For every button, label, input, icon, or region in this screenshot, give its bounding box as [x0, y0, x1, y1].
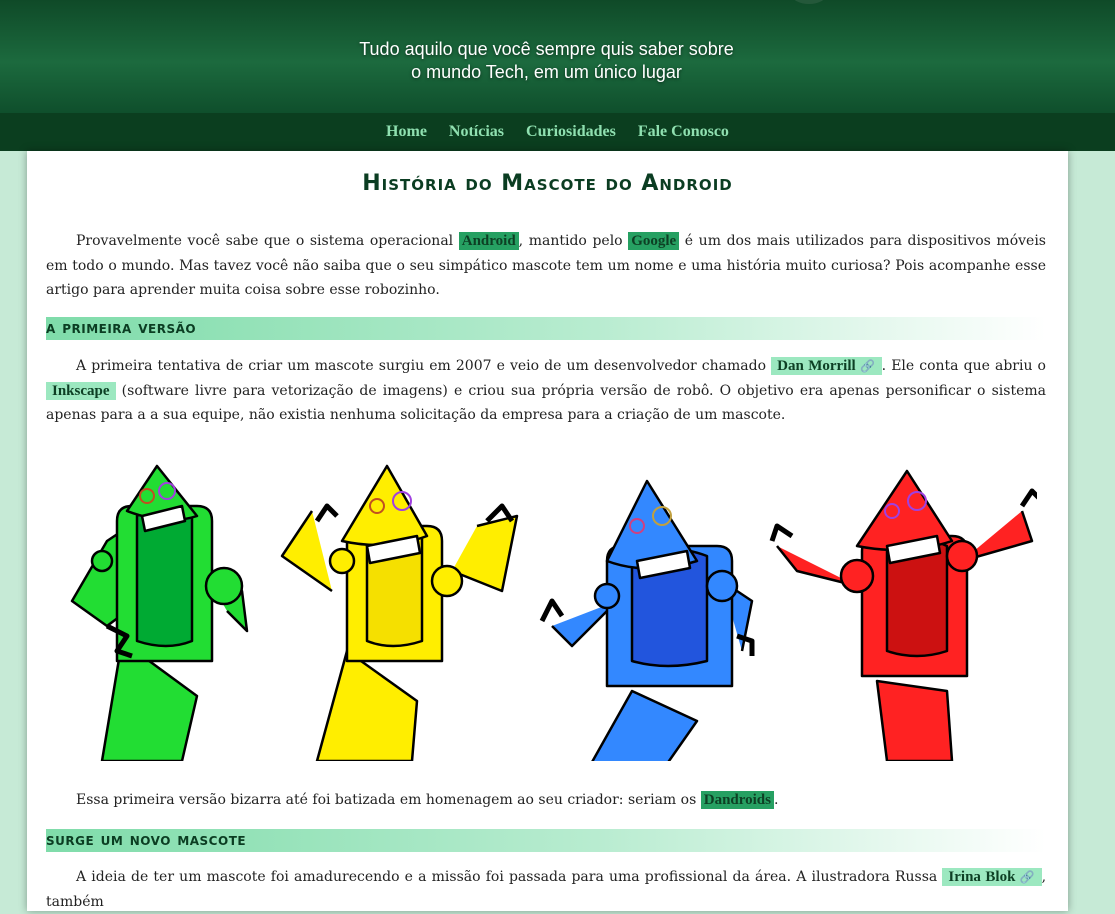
dan-morrill-link[interactable]: Dan Morrill 🔗 [771, 357, 882, 375]
paragraph-text: A ideia de ter um mascote foi amadurecen… [76, 869, 943, 885]
blue-robot-icon [539, 479, 755, 761]
paragraph-text: A primeira tentativa de criar um mascote… [76, 358, 772, 374]
tagline-line-1: Tudo aquilo que você sempre quis saber s… [359, 39, 734, 59]
google-highlight: Google [628, 232, 680, 250]
main-nav: Home Notícias Curiosidades Fale Conosco [0, 113, 1115, 151]
section-heading-primeira-versao: A Primeira Versão [46, 317, 1046, 340]
link-icon: 🔗 [1019, 870, 1036, 884]
inkscape-link[interactable]: Inkscape [46, 381, 116, 400]
tagline-line-2: o mundo Tech, em um único lugar [411, 62, 682, 82]
intro-text: Provavelmente você sabe que o sistema op… [76, 233, 459, 249]
android-highlight: Android [458, 232, 519, 250]
link-label: Dan Morrill [777, 358, 856, 374]
section2-paragraph: A ideia de ter um mascote foi amadurecen… [46, 865, 1046, 914]
site-header: Tudo aquilo que você sempre quis saber s… [0, 0, 1115, 113]
irina-blok-link[interactable]: Irina Blok 🔗 [942, 868, 1042, 886]
paragraph-text: Essa primeira versão bizarra até foi bat… [76, 792, 701, 808]
site-tagline: Tudo aquilo que você sempre quis saber s… [0, 38, 1093, 84]
section1-paragraph: A primeira tentativa de criar um mascote… [46, 354, 1046, 428]
article-title: História do Mascote do Android [362, 171, 733, 196]
link-icon: 🔗 [860, 359, 876, 373]
intro-paragraph: Provavelmente você sabe que o sistema op… [46, 229, 1046, 303]
dandroids-paragraph: Essa primeira versão bizarra até foi bat… [46, 788, 1046, 813]
article-container: História do Mascote do Android Provavelm… [27, 151, 1068, 911]
dandroids-highlight: Dandroids [700, 791, 774, 809]
nav-fale-conosco[interactable]: Fale Conosco [638, 113, 729, 151]
paragraph-text: (software livre para vetorização de imag… [46, 382, 1046, 424]
section-heading-novo-mascote: Surge um Novo Mascote [46, 829, 1046, 852]
nav-curiosidades[interactable]: Curiosidades [526, 113, 616, 151]
intro-text: , mantido pelo [518, 233, 629, 249]
nav-noticias[interactable]: Notícias [449, 113, 504, 151]
link-label: Irina Blok [948, 869, 1016, 885]
green-robot-icon [70, 464, 249, 761]
red-robot-icon [769, 469, 1037, 761]
yellow-robot-icon [280, 464, 519, 761]
paragraph-text: . Ele conta que abriu o [881, 358, 1046, 374]
paragraph-text: . [774, 792, 779, 808]
nav-home[interactable]: Home [386, 113, 427, 151]
logo-icon [792, 0, 826, 4]
dandroids-image [70, 464, 1037, 761]
